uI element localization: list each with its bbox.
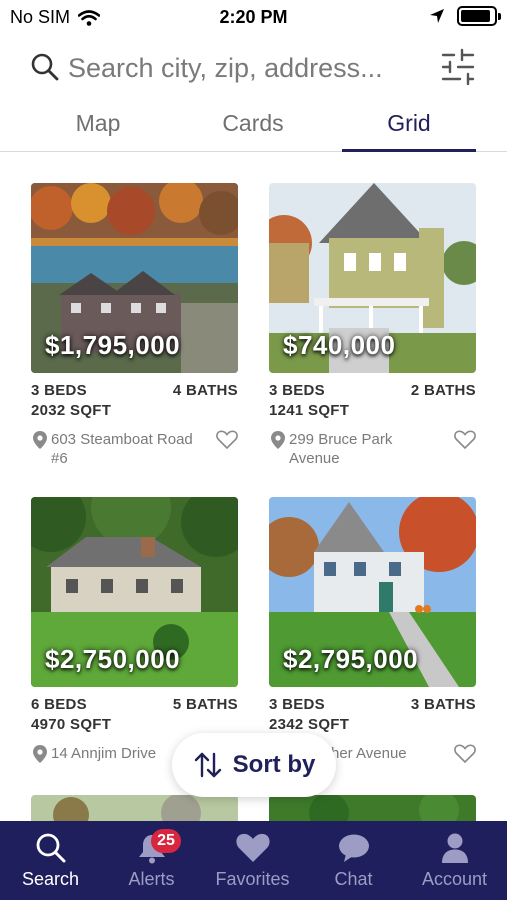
heart-icon bbox=[235, 833, 270, 862]
nav-item-alerts[interactable]: 25 Alerts bbox=[101, 821, 202, 900]
nav-item-chat[interactable]: Chat bbox=[303, 821, 404, 900]
tab-cards[interactable]: Cards bbox=[186, 110, 320, 137]
nav-item-account[interactable]: Account bbox=[404, 821, 505, 900]
listing-photo-partial[interactable] bbox=[31, 795, 238, 821]
chat-icon bbox=[338, 834, 369, 862]
listing-price: $1,795,000 bbox=[45, 330, 181, 360]
tab-active-indicator bbox=[342, 149, 476, 152]
search-bar bbox=[0, 44, 507, 92]
sort-arrows-icon bbox=[194, 752, 221, 778]
listing-price: $740,000 bbox=[283, 330, 396, 360]
sort-label: Sort by bbox=[232, 751, 316, 778]
search-icon bbox=[36, 833, 65, 863]
view-tabs: Map Cards Grid bbox=[0, 104, 507, 152]
filter-sliders-icon[interactable] bbox=[440, 48, 476, 86]
listing-sqft: 2032 SQFT bbox=[31, 402, 112, 419]
listing-photo[interactable]: $740,000 bbox=[269, 183, 476, 373]
search-input[interactable] bbox=[68, 48, 428, 88]
listing-beds: 3 BEDS bbox=[269, 382, 325, 399]
nav-label: Alerts bbox=[128, 869, 175, 889]
account-icon bbox=[441, 833, 468, 863]
tab-map[interactable]: Map bbox=[31, 110, 165, 137]
listing-beds: 6 BEDS bbox=[31, 696, 87, 713]
status-bar: No SIM 2:20 PM bbox=[0, 0, 507, 36]
listing-sqft: 1241 SQFT bbox=[269, 402, 350, 419]
listing-beds: 3 BEDS bbox=[269, 696, 325, 713]
listing-price: $2,750,000 bbox=[45, 644, 181, 674]
sort-button[interactable]: Sort by bbox=[172, 733, 336, 797]
listing-beds: 3 BEDS bbox=[31, 382, 87, 399]
location-arrow-icon bbox=[430, 9, 444, 23]
location-pin-icon bbox=[33, 431, 47, 449]
battery-icon bbox=[457, 6, 501, 26]
search-icon[interactable] bbox=[30, 52, 60, 82]
location-pin-icon bbox=[271, 431, 285, 449]
nav-label: Favorites bbox=[215, 869, 290, 889]
nav-label: Account bbox=[421, 869, 488, 889]
listing-baths: 3 BATHS bbox=[410, 696, 476, 713]
status-right bbox=[429, 6, 501, 26]
battery-level bbox=[461, 10, 490, 22]
nav-item-favorites[interactable]: Favorites bbox=[202, 821, 303, 900]
nav-item-search[interactable]: Search bbox=[0, 821, 101, 900]
nav-label: Search bbox=[21, 869, 80, 889]
favorite-heart-icon[interactable] bbox=[454, 744, 476, 764]
location-pin-icon bbox=[33, 745, 47, 763]
listing-baths: 2 BATHS bbox=[410, 382, 476, 399]
listing-baths: 5 BATHS bbox=[172, 696, 238, 713]
listing-photo[interactable]: $1,795,000 bbox=[31, 183, 238, 373]
listing-photo-partial[interactable] bbox=[269, 795, 476, 821]
listing-baths: 4 BATHS bbox=[172, 382, 238, 399]
listing-card[interactable]: $740,000 3 BEDS 2 BATHS 1241 SQFT 299 Br… bbox=[269, 183, 476, 470]
listing-price: $2,795,000 bbox=[283, 644, 419, 674]
tab-grid[interactable]: Grid bbox=[342, 110, 476, 137]
alerts-badge: 25 bbox=[151, 829, 181, 853]
listing-address: 603 Steamboat Road #6 bbox=[51, 431, 193, 467]
favorite-heart-icon[interactable] bbox=[454, 430, 476, 450]
listing-photo[interactable]: $2,750,000 bbox=[31, 497, 238, 687]
listing-card[interactable]: $1,795,000 3 BEDS 4 BATHS 2032 SQFT 603 … bbox=[31, 183, 238, 470]
listing-photo[interactable]: $2,795,000 bbox=[269, 497, 476, 687]
bottom-nav: Search 25 Alerts Favorites Chat Account bbox=[0, 821, 507, 900]
nav-label: Chat bbox=[334, 869, 373, 889]
listing-address: 299 Bruce Park Avenue bbox=[289, 431, 393, 467]
favorite-heart-icon[interactable] bbox=[216, 430, 238, 450]
